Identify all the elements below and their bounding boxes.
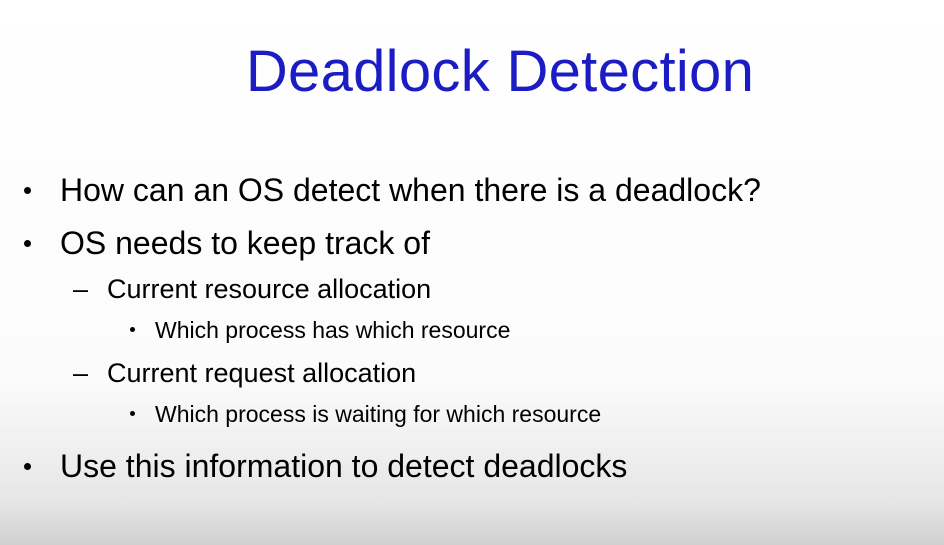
sub-item-text: Current resource allocation bbox=[107, 274, 432, 304]
bullet-icon bbox=[24, 463, 31, 470]
sub-sub-item-text: Which process has which resource bbox=[155, 317, 511, 343]
sub-item-text: Current request allocation bbox=[107, 358, 417, 388]
slide-title: Deadlock Detection bbox=[245, 39, 755, 104]
bullet-icon bbox=[130, 411, 135, 416]
bullet-text: How can an OS detect when there is a dea… bbox=[60, 172, 761, 208]
dash-icon: – bbox=[73, 274, 89, 304]
bullet-icon bbox=[130, 327, 135, 332]
slide: Deadlock Detection How can an OS detect … bbox=[0, 0, 944, 545]
bullet-text: OS needs to keep track of bbox=[60, 225, 430, 261]
bullet-text: Use this information to detect deadlocks bbox=[60, 448, 628, 484]
bullet-icon bbox=[24, 240, 31, 247]
sub-sub-item-text: Which process is waiting for which resou… bbox=[155, 401, 602, 427]
dash-icon: – bbox=[73, 358, 89, 388]
bullet-icon bbox=[24, 187, 31, 194]
